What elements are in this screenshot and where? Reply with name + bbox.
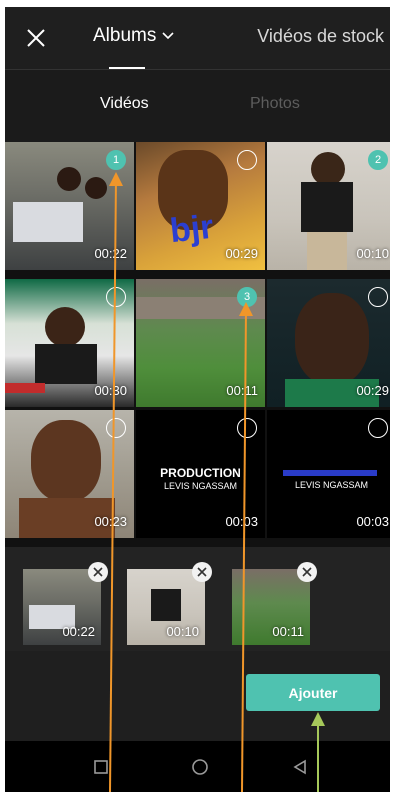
selected-thumbnail[interactable]: 00:22 xyxy=(23,569,101,645)
desk-image xyxy=(13,202,83,242)
top-bar: Albums Vidéos de stock xyxy=(5,7,390,69)
video-duration: 00:29 xyxy=(225,246,258,261)
blue-bar-image xyxy=(283,470,377,476)
tab-stock-videos[interactable]: Vidéos de stock xyxy=(257,26,384,47)
video-duration: 00:22 xyxy=(62,624,95,639)
add-button[interactable]: Ajouter xyxy=(246,674,380,711)
video-thumbnail[interactable]: LEVIS NGASSAM 00:03 xyxy=(267,410,390,538)
video-thumbnail[interactable]: 00:30 xyxy=(5,279,134,407)
selection-badge[interactable]: 3 xyxy=(237,287,257,307)
system-nav-bar xyxy=(5,741,390,792)
close-icon xyxy=(302,567,312,577)
albums-label: Albums xyxy=(93,25,157,46)
tab-photos[interactable]: Photos xyxy=(250,95,300,113)
selected-thumbnail[interactable]: 00:11 xyxy=(232,569,310,645)
person-image xyxy=(45,307,85,347)
close-icon xyxy=(197,567,207,577)
tab-videos[interactable]: Vidéos xyxy=(100,95,149,113)
video-thumbnail[interactable]: 3 00:11 xyxy=(136,279,265,407)
selection-badge[interactable]: 1 xyxy=(106,150,126,170)
action-bar: Ajouter xyxy=(5,651,390,741)
jacket-image xyxy=(301,182,353,232)
chevron-down-icon xyxy=(162,32,174,40)
video-thumbnail[interactable]: 00:29 xyxy=(267,279,390,407)
close-button[interactable] xyxy=(21,23,51,53)
suit-image xyxy=(35,344,97,384)
handwritten-overlay: bjr xyxy=(168,207,216,251)
video-duration: 00:29 xyxy=(356,383,389,398)
video-thumbnail[interactable]: 1 00:22 xyxy=(5,142,134,270)
selected-thumbnail[interactable]: 00:10 xyxy=(127,569,205,645)
face-image xyxy=(31,420,101,502)
back-button[interactable] xyxy=(288,755,312,779)
remove-button[interactable] xyxy=(297,562,317,582)
selection-circle[interactable] xyxy=(237,150,257,170)
video-thumbnail[interactable]: 00:23 xyxy=(5,410,134,538)
banner-image xyxy=(5,383,45,393)
remove-button[interactable] xyxy=(192,562,212,582)
video-duration: 00:03 xyxy=(225,514,258,529)
home-button[interactable] xyxy=(188,755,212,779)
person-image xyxy=(57,167,81,191)
video-thumbnail[interactable]: PRODUCTION LEVIS NGASSAM 00:03 xyxy=(136,410,265,538)
media-grid: 1 00:22 bjr 00:29 2 00:10 00:30 3 00:11 … xyxy=(5,142,390,554)
video-duration: 00:30 xyxy=(94,383,127,398)
close-icon xyxy=(93,567,103,577)
video-duration: 00:10 xyxy=(356,246,389,261)
video-duration: 00:11 xyxy=(272,624,304,639)
circle-icon xyxy=(192,759,208,775)
video-duration: 00:11 xyxy=(226,383,258,398)
selection-badge[interactable]: 2 xyxy=(368,150,388,170)
back-triangle-icon xyxy=(293,759,306,775)
production-subtitle: LEVIS NGASSAM xyxy=(294,480,369,490)
remove-button[interactable] xyxy=(88,562,108,582)
selection-circle[interactable] xyxy=(237,418,257,438)
production-title: PRODUCTION xyxy=(160,466,241,480)
person-image xyxy=(85,177,107,199)
face-image xyxy=(295,293,369,385)
square-icon xyxy=(94,760,108,774)
selection-circle[interactable] xyxy=(106,418,126,438)
media-type-tabs: Vidéos Photos xyxy=(5,70,390,142)
video-duration: 00:10 xyxy=(166,624,199,639)
video-thumbnail[interactable]: 2 00:10 xyxy=(267,142,390,270)
albums-dropdown[interactable]: Albums xyxy=(93,25,174,47)
person-image xyxy=(311,152,345,186)
close-icon xyxy=(27,29,45,47)
selection-circle[interactable] xyxy=(368,287,388,307)
production-subtitle: LEVIS NGASSAM xyxy=(163,481,238,491)
trousers-image xyxy=(307,232,347,270)
video-duration: 00:22 xyxy=(94,246,127,261)
video-duration: 00:23 xyxy=(94,514,127,529)
video-duration: 00:03 xyxy=(356,514,389,529)
recents-button[interactable] xyxy=(89,755,113,779)
selected-media-strip: 00:22 00:10 00:11 xyxy=(5,547,390,651)
selection-circle[interactable] xyxy=(106,287,126,307)
jacket-image xyxy=(151,589,181,621)
selection-circle[interactable] xyxy=(368,418,388,438)
video-thumbnail[interactable]: bjr 00:29 xyxy=(136,142,265,270)
phone-screen: Albums Vidéos de stock Vidéos Photos 1 0… xyxy=(5,7,390,792)
